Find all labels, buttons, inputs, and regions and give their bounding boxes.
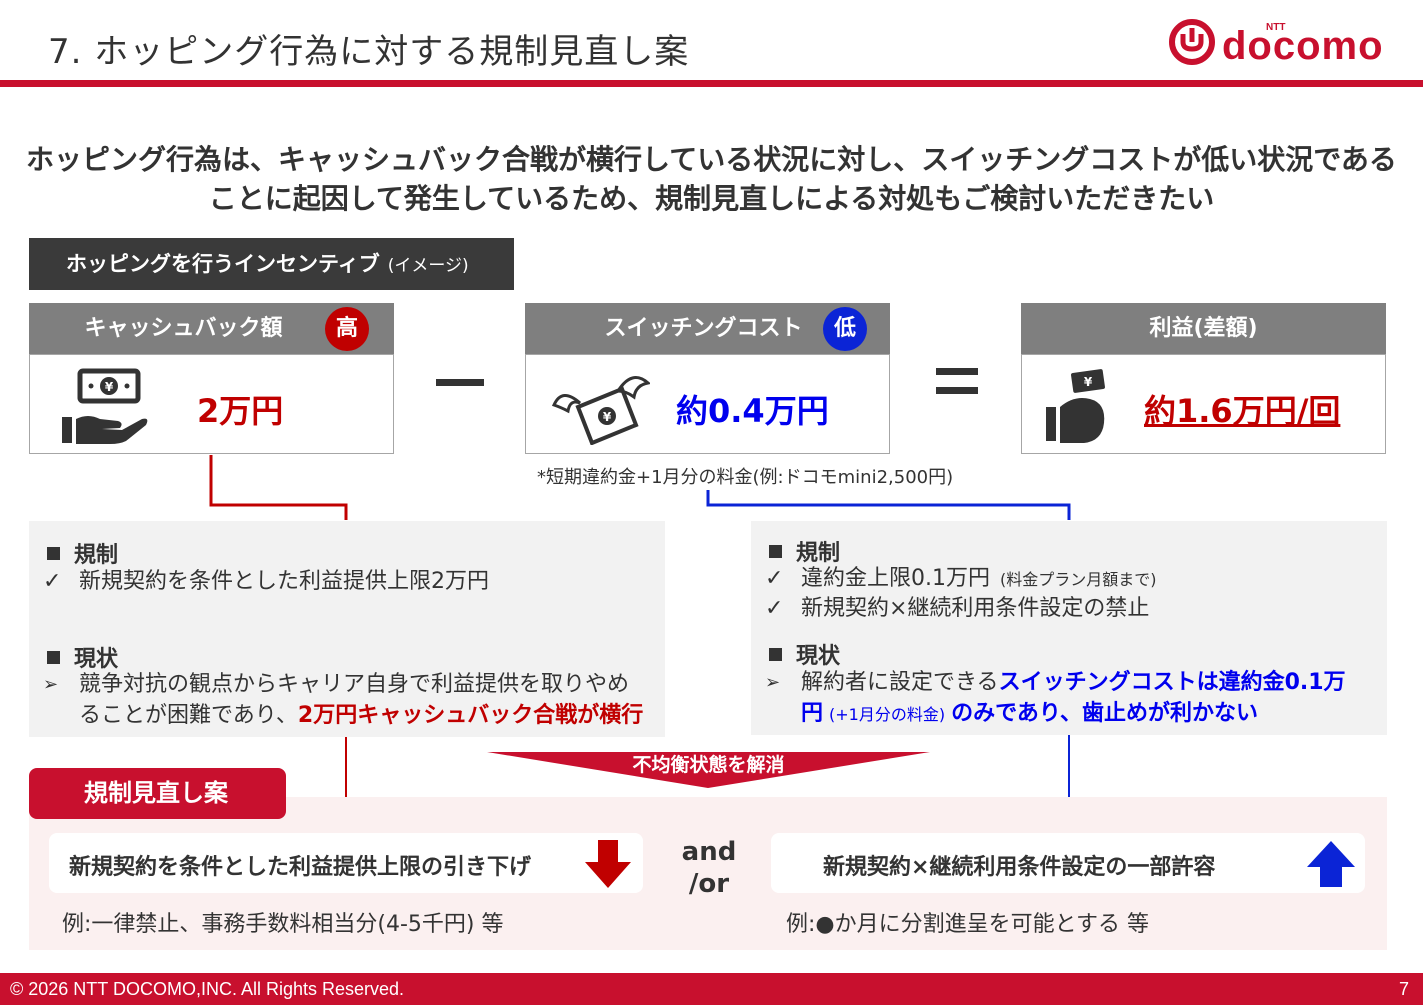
switching-cost-card: スイッチングコスト 低 ¥ 約0.4万円 [525, 303, 890, 454]
right-reg-item-1-text: 違約金上限0.1万円 [801, 566, 990, 591]
square-bullet-icon [47, 547, 60, 560]
switching-cost-footnote: *短期違約金+1月分の料金(例:ドコモmini2,500円) [537, 467, 954, 488]
right-reg-item-1-note: (料金プラン月額まで) [1000, 570, 1157, 589]
left-connector [209, 455, 348, 520]
proposal-left-example: 例:一律禁止、事務手数料相当分(4-5千円) 等 [62, 912, 504, 937]
svg-text:¥: ¥ [603, 410, 612, 424]
imbalance-banner: 不均衡状態を解消 [487, 752, 930, 788]
arrow-bullet-icon: ➢ [43, 674, 59, 695]
cashback-amount: 2万円 [197, 392, 284, 430]
footer: © 2026 NTT DOCOMO,INC. All Rights Reserv… [0, 973, 1423, 1005]
switching-cost-title: スイッチングコスト [604, 316, 803, 341]
left-reg-title: 規制 [74, 543, 119, 568]
header-divider [0, 80, 1423, 87]
left-reg-item-text: 新規契約を条件とした利益提供上限2万円 [79, 569, 489, 594]
down-arrow-icon [585, 840, 631, 888]
proposal-right-box: 新規契約×継続利用条件設定の一部許容 [771, 833, 1365, 893]
right-reg-item-2: ✓ 新規契約×継続利用条件設定の禁止 [765, 593, 1149, 624]
check-icon: ✓ [43, 569, 62, 594]
left-status-line-2a: ることが困難であり、 [79, 703, 298, 728]
right-status-highlight-1: スイッチングコストは違約金0.1万 [998, 670, 1346, 695]
incentive-label-note: (イメージ) [387, 256, 469, 276]
right-status-title: 現状 [796, 644, 841, 669]
right-status-highlight-3: のみであり、歯止めが利かない [951, 701, 1258, 726]
left-status-line-1: 競争対抗の観点からキャリア自身で利益提供を取りやめ [79, 672, 630, 697]
cash-hand-icon: ¥ [62, 368, 148, 444]
page-number: 7 [1398, 979, 1409, 999]
or-text: /or [688, 869, 730, 899]
up-arrow-icon [1307, 841, 1355, 887]
proposal-label: 規制見直し案 [29, 768, 286, 819]
arrow-bullet-icon: ➢ [765, 672, 781, 693]
proposal-right-text: 新規契約×継続利用条件設定の一部許容 [823, 855, 1216, 880]
and-text: and [681, 837, 737, 867]
docomo-logo: NTT docomo [1166, 14, 1406, 70]
flying-money-icon: ¥ [551, 376, 650, 445]
page-title: 7. ホッピング行為に対する規制見直し案 [48, 32, 690, 72]
proposal-left-box: 新規契約を条件とした利益提供上限の引き下げ [49, 833, 643, 893]
right-connector [706, 490, 1071, 520]
equals-sign [936, 368, 978, 396]
headline-line-1: ホッピング行為は、キャッシュバック合戦が横行している状況に対し、スイッチングコス… [26, 143, 1397, 176]
hand-with-money-icon: ¥ [1046, 369, 1105, 443]
profit-amount: 約1.6万円/回 [1144, 392, 1341, 430]
minus-sign [436, 379, 484, 386]
headline: ホッピング行為は、キャッシュバック合戦が横行している状況に対し、スイッチングコス… [0, 140, 1423, 218]
svg-text:¥: ¥ [1084, 375, 1093, 389]
right-status-heading: 現状 [769, 638, 840, 670]
profit-card-body: ¥ 約1.6万円/回 [1021, 354, 1386, 454]
switching-cost-amount: 約0.4万円 [676, 392, 829, 430]
cashback-card-header: キャッシュバック額 高 [29, 303, 394, 354]
cashback-card-body: ¥ 2万円 [29, 354, 394, 454]
check-icon: ✓ [765, 566, 784, 591]
square-bullet-icon [47, 651, 60, 664]
profit-card-header: 利益(差額) [1021, 303, 1386, 354]
svg-text:¥: ¥ [105, 380, 114, 394]
left-reg-heading: 規制 [47, 537, 118, 569]
proposal-left-text: 新規契約を条件とした利益提供上限の引き下げ [69, 855, 532, 880]
headline-line-2: ことに起因して発生しているため、規制見直しによる対処もご検討いただきたい [208, 182, 1215, 215]
low-badge: 低 [823, 307, 867, 351]
right-status-note: (+1月分の料金) [829, 705, 946, 724]
cashback-card: キャッシュバック額 高 ¥ 2万円 [29, 303, 394, 454]
incentive-label: ホッピングを行うインセンティブ (イメージ) [29, 238, 514, 290]
check-icon: ✓ [765, 596, 784, 621]
switching-cost-card-body: ¥ 約0.4万円 [525, 354, 890, 454]
left-panel: 規制 ✓ 新規契約を条件とした利益提供上限2万円 現状 ➢ 競争対抗の観点からキャ… [29, 521, 665, 737]
left-status-highlight: 2万円キャッシュバック合戦が横行 [297, 703, 644, 728]
left-status-item: ➢ 競争対抗の観点からキャリア自身で利益提供を取りやめ ることが困難であり、2万… [43, 669, 669, 731]
right-reg-item-2-text: 新規契約×継続利用条件設定の禁止 [801, 596, 1150, 621]
high-badge: 高 [325, 307, 369, 351]
profit-card: 利益(差額) ¥ 約1.6万円/回 [1021, 303, 1386, 454]
square-bullet-icon [769, 648, 782, 661]
brand-text: docomo [1222, 24, 1384, 68]
right-status-line-1a: 解約者に設定できる [801, 670, 999, 695]
right-status-item: ➢ 解約者に設定できるスイッチングコストは違約金0.1万 円 (+1月分の料金) の… [765, 667, 1391, 730]
proposal-right-example: 例:●か月に分割進呈を可能とする 等 [786, 912, 1149, 937]
cashback-title: キャッシュバック額 [84, 316, 283, 341]
right-panel: 規制 ✓ 違約金上限0.1万円 (料金プラン月額まで) ✓ 新規契約×継続利用条件設定… [751, 521, 1387, 735]
copyright: © 2026 NTT DOCOMO,INC. All Rights Reserv… [10, 979, 405, 999]
and-or-label: and /or [676, 836, 742, 900]
right-reg-item-1: ✓ 違約金上限0.1万円 (料金プラン月額まで) [765, 563, 1157, 595]
incentive-label-text: ホッピングを行うインセンティブ [66, 252, 380, 276]
switching-cost-card-header: スイッチングコスト 低 [525, 303, 890, 354]
left-reg-item: ✓ 新規契約を条件とした利益提供上限2万円 [43, 566, 489, 597]
imbalance-banner-text: 不均衡状態を解消 [632, 754, 785, 776]
square-bullet-icon [769, 545, 782, 558]
right-status-highlight-2: 円 [801, 701, 824, 726]
